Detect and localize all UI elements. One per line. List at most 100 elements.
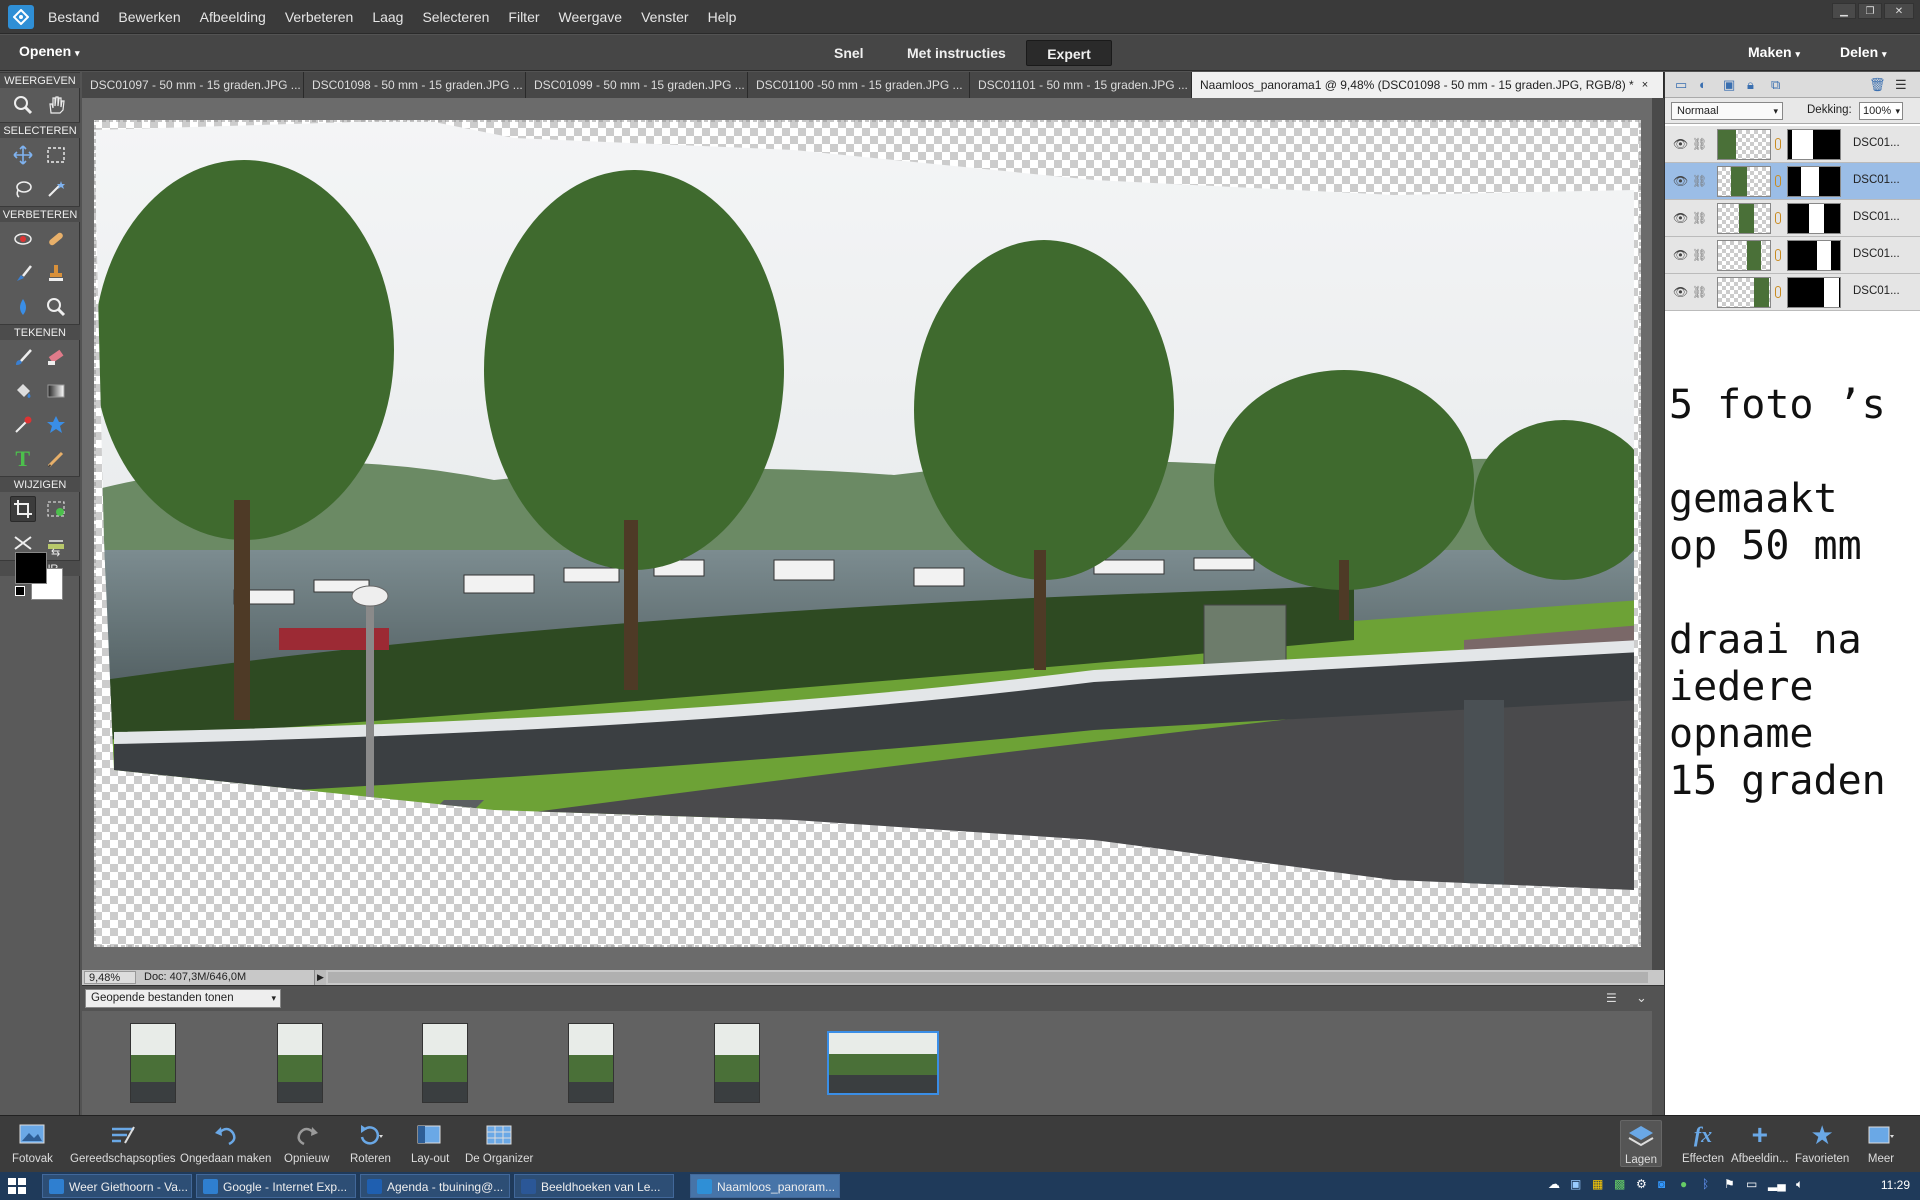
tab-dsc01100[interactable]: DSC01100 -50 mm - 15 graden.JPG ...×: [748, 72, 977, 98]
lock-icon[interactable]: 🔒︎: [1747, 77, 1754, 93]
tray-icon[interactable]: ▩: [1614, 1177, 1625, 1191]
layer-row[interactable]: 👁︎ ⛓︎ DSC01...: [1665, 126, 1920, 163]
menu-weergave[interactable]: Weergave: [559, 9, 623, 25]
type-tool-icon[interactable]: T: [10, 446, 36, 472]
bin-collapse-icon[interactable]: ⌄: [1636, 990, 1647, 1006]
bin-thumb-panorama[interactable]: [827, 1031, 939, 1095]
paint-bucket-icon[interactable]: [10, 378, 36, 404]
vertical-scrollbar[interactable]: [1652, 98, 1664, 970]
network-icon[interactable]: ▂▄: [1768, 1177, 1786, 1191]
open-button[interactable]: Openen ▾: [19, 43, 80, 59]
opacity-field[interactable]: 100% ▾: [1859, 102, 1903, 120]
brush-tool-icon[interactable]: [10, 344, 36, 370]
custom-shape-icon[interactable]: [43, 412, 69, 438]
zoom-tool-icon[interactable]: [10, 92, 36, 118]
link-icon[interactable]: ⛓︎: [1692, 285, 1707, 299]
marquee-tool-icon[interactable]: [43, 142, 69, 168]
tab-dsc01101[interactable]: DSC01101 - 50 mm - 15 graden.JPG ...×: [970, 72, 1202, 98]
menu-verbeteren[interactable]: Verbeteren: [285, 9, 354, 25]
spot-healing-icon[interactable]: [43, 226, 69, 252]
clock[interactable]: 11:29: [1881, 1178, 1910, 1192]
more-button[interactable]: Meer: [1866, 1120, 1896, 1165]
layer-row[interactable]: 👁︎ ⛓︎ DSC01...: [1665, 163, 1920, 200]
share-button[interactable]: Delen ▾: [1840, 44, 1887, 60]
adjustment-layer-icon[interactable]: ◐: [1699, 77, 1707, 92]
close-icon[interactable]: ✕: [1884, 3, 1914, 19]
bin-thumb-1[interactable]: [130, 1023, 176, 1103]
hand-tool-icon[interactable]: [43, 92, 69, 118]
default-colors-icon[interactable]: [15, 586, 25, 596]
mask-link-icon[interactable]: [1775, 249, 1781, 261]
eye-icon[interactable]: 👁︎: [1673, 137, 1688, 151]
lock-all-icon[interactable]: ⧉: [1771, 77, 1780, 93]
task-item[interactable]: Agenda - tbuining@...: [360, 1174, 510, 1198]
gradient-tool-icon[interactable]: [43, 378, 69, 404]
document-canvas[interactable]: [94, 120, 1641, 947]
link-icon[interactable]: ⛓︎: [1692, 174, 1707, 188]
smart-brush-icon[interactable]: [10, 260, 36, 286]
status-menu-arrow-icon[interactable]: ▶: [314, 970, 326, 985]
tab-dsc01098[interactable]: DSC01098 - 50 mm - 15 graden.JPG ...×: [304, 72, 537, 98]
pencil-tool-icon[interactable]: [43, 446, 69, 472]
menu-venster[interactable]: Venster: [641, 9, 688, 25]
trash-icon[interactable]: 🗑︎: [1869, 77, 1886, 93]
magic-wand-icon[interactable]: [43, 176, 69, 202]
foreground-color-swatch[interactable]: [15, 552, 47, 584]
panel-menu-icon[interactable]: ☰: [1895, 77, 1907, 93]
move-tool-icon[interactable]: [10, 142, 36, 168]
menu-selecteren[interactable]: Selecteren: [422, 9, 489, 25]
sponge-zoom-icon[interactable]: [43, 294, 69, 320]
menu-laag[interactable]: Laag: [372, 9, 403, 25]
eye-icon[interactable]: 👁︎: [1673, 174, 1688, 188]
tool-options-button[interactable]: Gereedschapsopties: [70, 1120, 175, 1165]
restore-icon[interactable]: ❐: [1858, 3, 1882, 19]
menu-filter[interactable]: Filter: [508, 9, 539, 25]
eyedropper-icon[interactable]: [10, 412, 36, 438]
tab-dsc01097[interactable]: DSC01097 - 50 mm - 15 graden.JPG ...×: [82, 72, 315, 98]
tray-icon[interactable]: ☁: [1548, 1177, 1560, 1191]
tray-icon[interactable]: ▭: [1746, 1177, 1757, 1191]
blur-tool-icon[interactable]: [10, 294, 36, 320]
link-icon[interactable]: ⛓︎: [1692, 248, 1707, 262]
mode-quick[interactable]: Snel: [822, 40, 876, 66]
menu-help[interactable]: Help: [708, 9, 737, 25]
tab-close-icon[interactable]: ×: [1642, 72, 1648, 98]
eraser-tool-icon[interactable]: [43, 344, 69, 370]
layer-mask-icon[interactable]: ▣: [1723, 77, 1735, 93]
mask-link-icon[interactable]: [1775, 175, 1781, 187]
bin-thumb-3[interactable]: [422, 1023, 468, 1103]
redo-button[interactable]: Opnieuw: [284, 1120, 329, 1165]
mode-guided[interactable]: Met instructies: [895, 40, 1018, 66]
app-logo-icon[interactable]: [8, 5, 34, 29]
tray-icon[interactable]: ◙: [1658, 1177, 1665, 1191]
flag-icon[interactable]: ⚑: [1724, 1177, 1735, 1191]
bluetooth-icon[interactable]: ᛒ: [1702, 1177, 1709, 1191]
layer-row[interactable]: 👁︎ ⛓︎ DSC01...: [1665, 200, 1920, 237]
layer-row[interactable]: 👁︎ ⛓︎ DSC01...: [1665, 237, 1920, 274]
tray-icon[interactable]: ▦: [1592, 1177, 1603, 1191]
mask-link-icon[interactable]: [1775, 138, 1781, 150]
tab-panorama[interactable]: Naamloos_panorama1 @ 9,48% (DSC01098 - 5…: [1192, 72, 1664, 98]
tray-icon[interactable]: ●: [1680, 1177, 1687, 1191]
bin-thumb-2[interactable]: [277, 1023, 323, 1103]
link-icon[interactable]: ⛓︎: [1692, 137, 1707, 151]
tray-icon[interactable]: ▣: [1570, 1177, 1581, 1191]
new-layer-icon[interactable]: ▭: [1675, 77, 1687, 93]
photo-bin-button[interactable]: Fotovak: [12, 1120, 53, 1165]
mode-expert[interactable]: Expert: [1026, 40, 1112, 66]
blend-mode-select[interactable]: Normaal ▾: [1671, 102, 1783, 120]
menu-afbeelding[interactable]: Afbeelding: [200, 9, 266, 25]
link-icon[interactable]: ⛓︎: [1692, 211, 1707, 225]
bin-source-select[interactable]: Geopende bestanden tonen ▾: [85, 989, 281, 1008]
graphics-button[interactable]: + Afbeeldin...: [1731, 1119, 1789, 1165]
layer-row[interactable]: 👁︎ ⛓︎ DSC01...: [1665, 274, 1920, 311]
task-item[interactable]: Google - Internet Exp...: [196, 1174, 356, 1198]
bin-thumb-4[interactable]: [568, 1023, 614, 1103]
eye-icon[interactable]: 👁︎: [1673, 248, 1688, 262]
bin-options-icon[interactable]: ☰: [1606, 991, 1617, 1005]
effects-button[interactable]: fx Effecten: [1682, 1120, 1724, 1165]
layout-button[interactable]: Lay-out: [411, 1120, 449, 1165]
zoom-field[interactable]: 9,48%: [84, 971, 136, 984]
favorites-button[interactable]: ★ Favorieten: [1795, 1120, 1849, 1166]
bin-thumb-5[interactable]: [714, 1023, 760, 1103]
